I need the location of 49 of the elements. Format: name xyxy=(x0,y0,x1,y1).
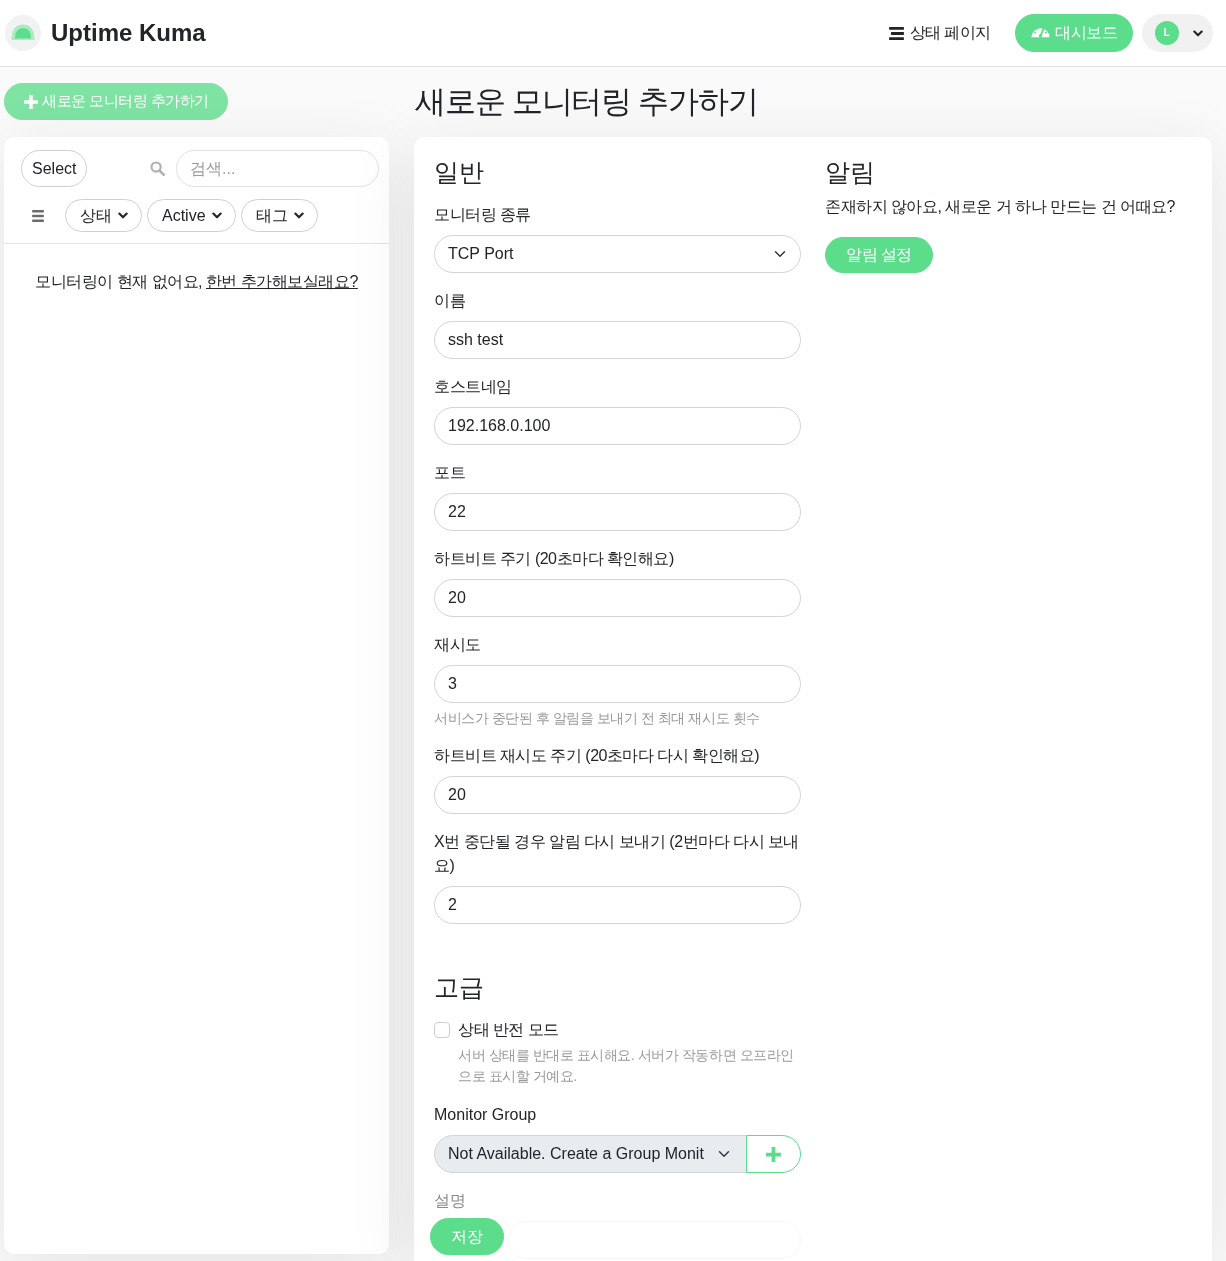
field-label: Monitor Group xyxy=(434,1105,538,1125)
help-text: 서비스가 중단된 후 알림을 보내기 전 최대 재시도 횟수 xyxy=(434,709,761,728)
plus-icon xyxy=(766,1146,781,1162)
add-group-button[interactable] xyxy=(746,1135,801,1173)
field-label: 모니터링 종류 xyxy=(434,205,532,225)
field-label: 설명 xyxy=(434,1191,467,1211)
user-avatar: L xyxy=(1154,21,1179,45)
select-button[interactable]: Select xyxy=(21,150,88,187)
search-icon xyxy=(150,161,165,176)
field-label: 이름 xyxy=(434,291,466,311)
gauge-icon xyxy=(1031,28,1050,38)
field-label: 호스트네임 xyxy=(434,377,513,397)
status-page-link[interactable]: 상태 페이지 xyxy=(888,21,991,45)
field-label: 포트 xyxy=(434,463,466,483)
text-field[interactable]: 2 xyxy=(434,886,801,924)
field-label: 재시도 xyxy=(434,635,482,655)
filter-dropdown[interactable]: 상태 xyxy=(65,199,142,232)
text-field[interactable]: 3 xyxy=(434,665,801,703)
caret-icon xyxy=(1192,29,1203,37)
list-icon xyxy=(888,26,904,40)
search-field[interactable]: 검색... xyxy=(176,150,379,187)
filter-dropdown[interactable]: Active xyxy=(147,199,236,232)
text-field[interactable]: 20 xyxy=(434,776,801,814)
plus-icon xyxy=(24,94,38,109)
filter-dropdown[interactable]: 태그 xyxy=(240,199,318,232)
empty-message: 모니터링이 현재 없어요, 한번 추가해보실래요? xyxy=(34,272,359,292)
add-monitor-link[interactable]: 한번 추가해보실래요? xyxy=(205,273,358,290)
caret-icon xyxy=(118,212,128,219)
section-heading: 알림 xyxy=(825,157,876,187)
help-text: 서버 상태를 반대로 표시해요. 서버가 작동하면 오프라인으로 표시할 거예요. xyxy=(458,1046,795,1086)
list-icon xyxy=(32,209,44,222)
field-label: 하트비트 주기 (20초마다 확인해요) xyxy=(434,549,675,569)
text-field[interactable]: 22 xyxy=(434,493,801,531)
select-field[interactable]: TCP Port xyxy=(434,235,801,273)
field-label: 하트비트 재시도 주기 (20초마다 다시 확인해요) xyxy=(434,746,761,766)
section-heading: 일반 xyxy=(434,157,485,187)
page-title: 새로운 모니터링 추가하기 xyxy=(415,83,759,121)
notification-message: 존재하지 않아요, 새로운 거 하나 만드는 건 어때요? xyxy=(825,197,1176,217)
invert-mode-checkbox[interactable] xyxy=(434,1022,450,1038)
text-field[interactable]: 192.168.0.100 xyxy=(434,407,801,445)
caret-icon xyxy=(211,212,222,219)
caret-icon xyxy=(293,212,304,219)
text-field[interactable]: ssh test xyxy=(434,321,801,359)
logo-icon xyxy=(5,15,41,51)
text-field[interactable]: 20 xyxy=(434,579,801,617)
section-heading: 고급 xyxy=(434,972,485,1002)
brand-name[interactable]: Uptime Kuma xyxy=(51,18,206,48)
field-label: X번 중단될 경우 알림 다시 보내기 (2번마다 다시 보내요) xyxy=(434,832,800,876)
checkbox-label: 상태 반전 모드 xyxy=(458,1020,559,1040)
